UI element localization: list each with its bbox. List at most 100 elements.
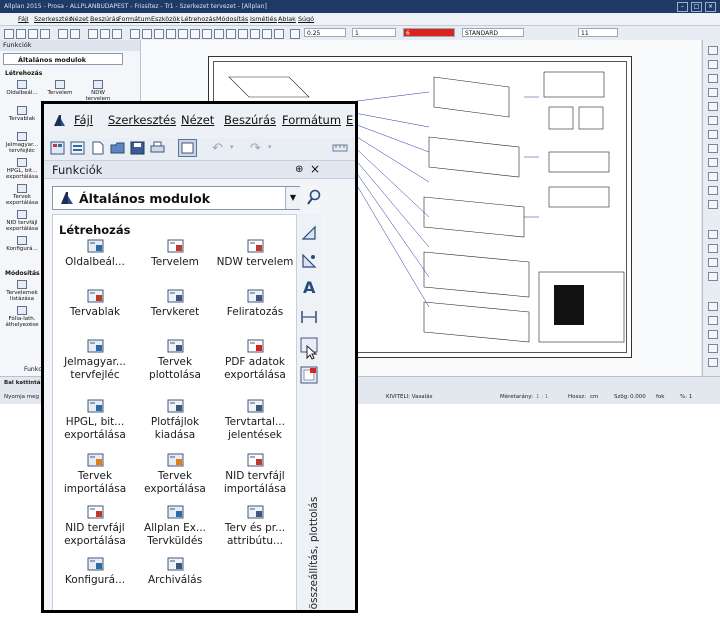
tool-plan-element[interactable]: Tervelem: [135, 239, 215, 269]
minimize-button[interactable]: –: [677, 2, 688, 12]
tool-icon-7[interactable]: [708, 130, 718, 139]
redo-icon[interactable]: ↷: [250, 141, 261, 156]
new-icon[interactable]: [4, 29, 14, 39]
tool-icon-2[interactable]: [708, 60, 718, 69]
menu-edit[interactable]: Szerkesztés: [34, 13, 72, 25]
line-type-select[interactable]: 1: [352, 28, 396, 37]
tool-plan-window[interactable]: Tervablak: [55, 289, 135, 319]
pin-icon[interactable]: ⊕: [295, 164, 303, 175]
undo-icon[interactable]: [58, 29, 68, 39]
redo-icon[interactable]: [70, 29, 80, 39]
new-file-icon[interactable]: [90, 141, 105, 155]
tool-plan-window[interactable]: Tervablak: [2, 106, 42, 122]
print-icon[interactable]: [40, 29, 50, 39]
tool-ndw-plan-element[interactable]: NDW tervelem: [215, 239, 295, 269]
plot-layout-icon[interactable]: [300, 336, 318, 360]
menu-format[interactable]: Formátum: [118, 13, 151, 25]
tool-config[interactable]: Konfigurá...: [2, 236, 42, 252]
render-icon[interactable]: [250, 29, 260, 39]
page-layout-icon[interactable]: [70, 141, 85, 155]
tool-icon-16[interactable]: [708, 272, 718, 281]
save-icon[interactable]: [130, 141, 145, 155]
menu-repeat[interactable]: Ismétlés: [250, 13, 277, 25]
tool-icon-17[interactable]: [708, 302, 718, 311]
tool-title-block[interactable]: Jelmagyar... tervfejléc: [55, 339, 135, 381]
tool-title-block[interactable]: Jelmagyar... tervfejléc: [2, 132, 42, 154]
tool-plan-attributes[interactable]: Terv és pr... attribútu...: [215, 505, 295, 547]
save-icon[interactable]: [28, 29, 38, 39]
zoom-icon[interactable]: [130, 29, 140, 39]
dimension-tool-icon[interactable]: [300, 308, 318, 326]
tool-icon-18[interactable]: [708, 316, 718, 325]
tool-icon-20[interactable]: [708, 344, 718, 353]
tool-plan-element[interactable]: Tervelem: [40, 80, 80, 96]
zoom-menu-edit[interactable]: Szerkesztés: [108, 112, 176, 128]
tool-icon-12[interactable]: [708, 200, 718, 209]
open-folder-icon[interactable]: [110, 141, 125, 155]
undo-dropdown-icon[interactable]: ▾: [230, 143, 234, 151]
tool-plot-plans[interactable]: Tervek plottolása: [135, 339, 215, 381]
tool-page-setup[interactable]: Oldalbeál...: [55, 239, 135, 269]
menu-view[interactable]: Nézet: [70, 13, 89, 25]
properties-icon[interactable]: [178, 29, 188, 39]
tool-icon-1[interactable]: [708, 46, 718, 55]
tool-allplan-exchange[interactable]: Allplan Ex... Tervküldés: [135, 505, 215, 547]
grid-icon[interactable]: [214, 29, 224, 39]
cut-icon[interactable]: [88, 29, 98, 39]
tool-plans-import[interactable]: Tervek importálása: [55, 453, 135, 495]
zoom-menu-file[interactable]: Fájl: [74, 112, 93, 128]
trace-icon[interactable]: [238, 29, 248, 39]
close-icon[interactable]: ×: [310, 162, 320, 176]
menu-tools[interactable]: Eszközök: [151, 13, 180, 25]
angle-tool-icon[interactable]: [300, 252, 318, 270]
menu-file[interactable]: Fájl: [18, 13, 29, 25]
standard-select[interactable]: STANDARD: [462, 28, 524, 37]
module-select[interactable]: Általános modulok ▼: [52, 186, 300, 210]
tool-plot-files[interactable]: Plotfájlok kiadása: [135, 399, 215, 441]
tool-list-elements[interactable]: Tervelemek listázása: [2, 280, 42, 302]
zoom-menu-format[interactable]: Formátum: [282, 112, 341, 128]
tool-pdf-export[interactable]: PDF adatok exportálása: [215, 339, 295, 381]
view-icon[interactable]: [262, 29, 272, 39]
tool-hpgl-export[interactable]: HPGL, bit... exportálása: [55, 399, 135, 441]
triangle-tool-icon[interactable]: [300, 224, 318, 242]
text-size-select[interactable]: 11: [578, 28, 618, 37]
tool-nid-export[interactable]: NID tervfájl exportálása: [55, 505, 135, 547]
tool-icon-8[interactable]: [708, 144, 718, 153]
ortho-icon[interactable]: [226, 29, 236, 39]
menu-window[interactable]: Ablak: [278, 13, 296, 25]
tool-nid-export[interactable]: NID tervfájl exportálása: [2, 210, 42, 232]
pen-icon[interactable]: [290, 29, 300, 39]
pan-icon[interactable]: [142, 29, 152, 39]
line-weight-select[interactable]: 0.25: [304, 28, 346, 37]
zoom-menu-more[interactable]: E: [346, 112, 353, 128]
module-select[interactable]: Általános modulok: [3, 53, 123, 65]
tool-icon-4[interactable]: [708, 88, 718, 97]
tool-plan-content-report[interactable]: Tervtartal... jelentések: [215, 399, 295, 441]
tool-icon-5[interactable]: [708, 102, 718, 111]
tool-icon-15[interactable]: [708, 258, 718, 267]
plan-view-icon[interactable]: [178, 139, 197, 157]
menu-modify[interactable]: Módosítás: [216, 13, 248, 25]
copy-icon[interactable]: [100, 29, 110, 39]
tool-plans-export[interactable]: Tervek exportálása: [2, 184, 42, 206]
regen-icon[interactable]: [154, 29, 164, 39]
print-icon[interactable]: [150, 141, 165, 155]
text-tool-icon[interactable]: A: [303, 278, 315, 297]
tool-config[interactable]: Konfigurá...: [55, 557, 135, 587]
help-icon[interactable]: [274, 29, 284, 39]
tool-icon-6[interactable]: [708, 116, 718, 125]
tool-icon-14[interactable]: [708, 244, 718, 253]
tool-labeling[interactable]: Feliratozás: [215, 289, 295, 319]
tab-plot-layout[interactable]: Tervösszeállítás, plottolás: [308, 497, 320, 610]
new-document-icon[interactable]: [50, 141, 65, 155]
tool-hpgl-export[interactable]: HPGL, bit... exportálása: [2, 158, 42, 180]
zoom-menu-view[interactable]: Nézet: [181, 112, 214, 128]
tool-icon-19[interactable]: [708, 330, 718, 339]
layer-icon[interactable]: [166, 29, 176, 39]
ruler-icon[interactable]: [332, 141, 348, 155]
zoom-menu-insert[interactable]: Beszúrás: [224, 112, 276, 128]
snap-icon[interactable]: [202, 29, 212, 39]
tool-icon-13[interactable]: [708, 230, 718, 239]
menu-insert[interactable]: Beszúrás: [90, 13, 119, 25]
